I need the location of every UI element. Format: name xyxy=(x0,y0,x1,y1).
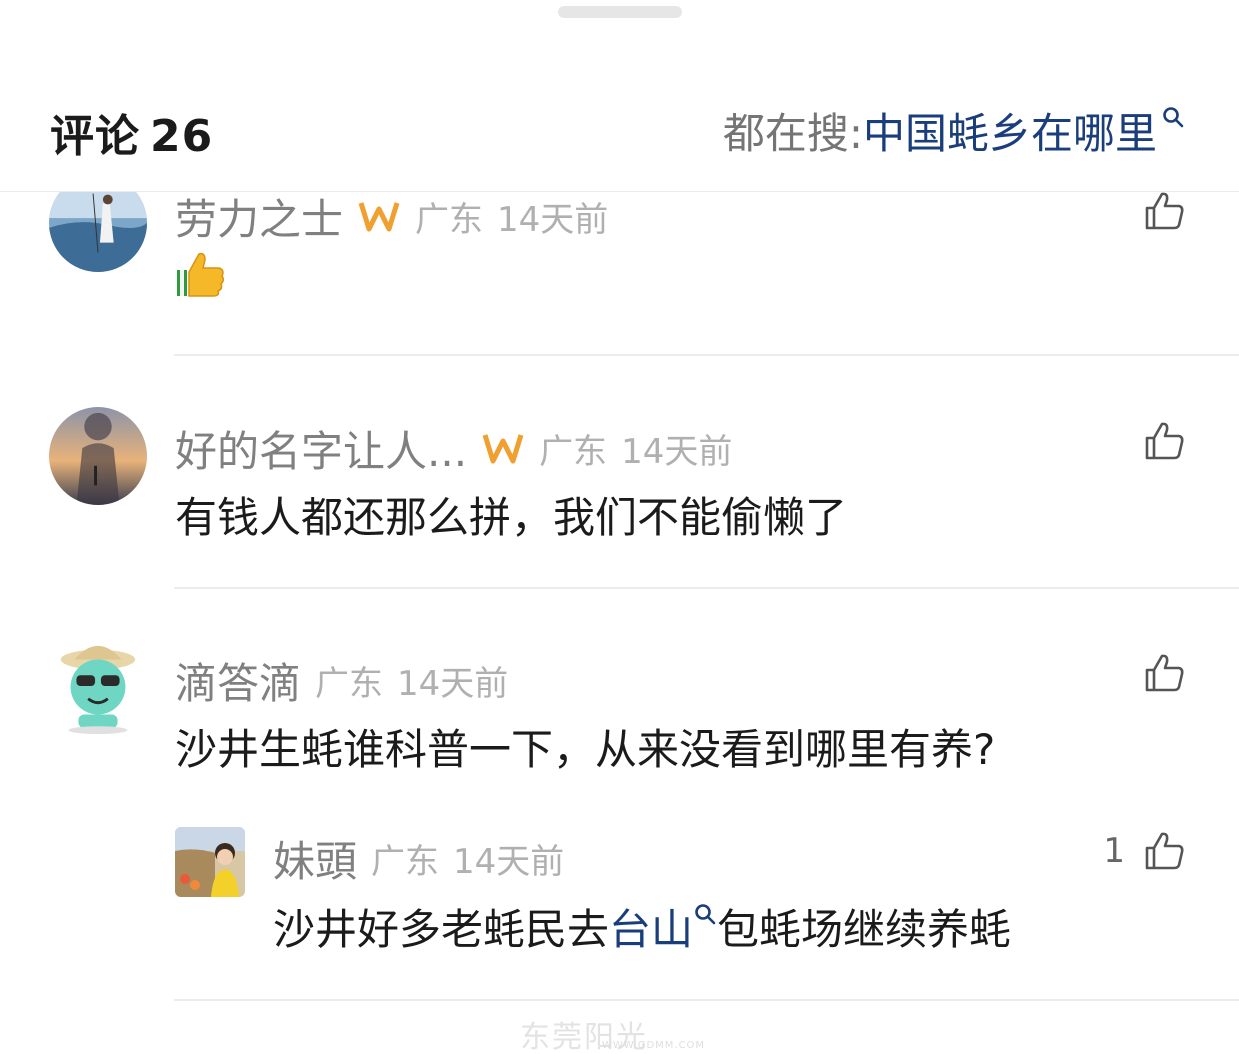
watermark: 东莞阳光 WWW.GDMM.COM xyxy=(520,1012,720,1054)
comment-text: 沙井生蚝谁科普一下，从来没看到哪里有养? xyxy=(175,725,996,774)
location: 广东 xyxy=(315,664,384,704)
like-button[interactable] xyxy=(1143,190,1185,232)
user-avatar[interactable] xyxy=(175,827,245,897)
timestamp: 14天前 xyxy=(621,432,733,472)
reply-text: 沙井好多老蚝民去台山 包蚝场继续养蚝 xyxy=(273,896,1011,957)
username[interactable]: 劳力之士 xyxy=(175,186,343,247)
divider xyxy=(174,354,1239,356)
thumbs-up-icon xyxy=(1145,654,1184,692)
vip-badge-icon xyxy=(481,431,525,467)
divider xyxy=(174,999,1239,1001)
username[interactable]: 好的名字让人... xyxy=(175,418,467,479)
thumbs-up-icon xyxy=(1145,832,1184,870)
like-count: 1 xyxy=(1103,831,1125,871)
thumbs-up-emoji-icon xyxy=(177,252,225,297)
timestamp: 14天前 xyxy=(397,664,509,704)
timestamp: 14天前 xyxy=(453,842,565,882)
user-avatar[interactable] xyxy=(49,407,147,505)
hot-search-prefix: 都在搜: xyxy=(722,109,863,158)
reply-text-before: 沙井好多老蚝民去 xyxy=(273,905,610,954)
comment-count: 26 xyxy=(150,111,214,162)
timestamp: 14天前 xyxy=(497,200,609,240)
like-button[interactable] xyxy=(1143,652,1185,694)
username[interactable]: 滴答滴 xyxy=(175,650,301,711)
reply-text-after: 包蚝场继续养蚝 xyxy=(717,905,1012,954)
location: 广东 xyxy=(371,842,440,882)
location: 广东 xyxy=(415,200,484,240)
user-avatar[interactable] xyxy=(49,638,147,736)
title-label: 评论 xyxy=(50,111,140,162)
like-button[interactable]: 1 xyxy=(1103,830,1185,872)
comment-text xyxy=(175,248,227,310)
comment-text: 有钱人都还那么拼，我们不能偷懒了 xyxy=(175,493,848,542)
username[interactable]: 妹頭 xyxy=(273,828,357,889)
search-icon[interactable] xyxy=(1161,105,1185,133)
page-title: 评论 26 xyxy=(50,100,213,164)
hot-search[interactable]: 都在搜: 中国蚝乡在哪里 xyxy=(723,100,1185,161)
location: 广东 xyxy=(539,432,608,472)
search-link[interactable]: 台山 xyxy=(609,905,693,954)
thumbs-up-icon xyxy=(1145,422,1184,460)
hot-search-query[interactable]: 中国蚝乡在哪里 xyxy=(863,100,1157,161)
search-icon[interactable] xyxy=(693,902,717,930)
like-button[interactable] xyxy=(1143,420,1185,462)
divider xyxy=(174,587,1239,589)
watermark-url: WWW.GDMM.COM xyxy=(602,1040,706,1051)
vip-badge-icon xyxy=(357,199,401,235)
thumbs-up-icon xyxy=(1145,192,1184,230)
drag-handle[interactable] xyxy=(558,6,682,18)
comments-header: 评论 26 都在搜: 中国蚝乡在哪里 xyxy=(0,60,1239,192)
